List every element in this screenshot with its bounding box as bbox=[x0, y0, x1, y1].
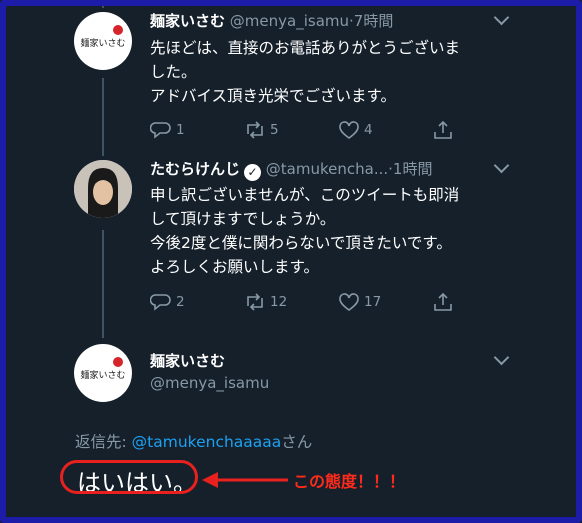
retweet-count: 12 bbox=[270, 294, 288, 310]
reply-button[interactable]: 1 bbox=[150, 120, 185, 140]
author-handle[interactable]: @menya_isamu bbox=[150, 374, 269, 392]
like-button[interactable]: 4 bbox=[338, 120, 373, 140]
logo-text: 麺家いさむ bbox=[80, 369, 125, 381]
chevron-down-icon[interactable] bbox=[493, 9, 510, 26]
logo-text: 麺家いさむ bbox=[80, 37, 125, 49]
like-count: 17 bbox=[364, 294, 382, 310]
reply-icon bbox=[150, 122, 171, 139]
thread-line bbox=[102, 0, 104, 8]
tweet-header: たむらけんじ ✓ @tamukencha...·1時間 bbox=[150, 158, 432, 181]
retweet-button[interactable]: 12 bbox=[244, 292, 287, 312]
like-icon bbox=[339, 121, 359, 139]
like-icon bbox=[339, 293, 359, 311]
reply-button[interactable]: 2 bbox=[150, 292, 185, 312]
reply-count: 1 bbox=[176, 122, 185, 138]
retweet-icon bbox=[247, 121, 263, 139]
avatar[interactable] bbox=[74, 160, 132, 218]
tweet-text: 先ほどは、直接のお電話ありがとうございま した。 アドバイス頂き光栄でございます… bbox=[150, 39, 461, 105]
tweet-header: 麺家いさむ @menya_isamu·7時間 bbox=[150, 10, 393, 31]
reply-count: 2 bbox=[176, 294, 185, 310]
shop-logo-icon: 麺家いさむ bbox=[80, 25, 126, 49]
chevron-down-icon[interactable] bbox=[493, 157, 510, 174]
avatar[interactable]: 麺家いさむ bbox=[74, 344, 132, 402]
author-name[interactable]: たむらけんじ bbox=[150, 160, 240, 178]
like-count: 4 bbox=[364, 122, 373, 138]
tweet-time[interactable]: ·7時間 bbox=[349, 12, 393, 30]
annotation-text: この態度！！！ bbox=[293, 472, 406, 491]
thread-line bbox=[102, 230, 104, 338]
share-icon bbox=[434, 292, 452, 311]
reply-to-suffix: さん bbox=[281, 433, 313, 451]
avatar[interactable]: 麺家いさむ bbox=[74, 12, 132, 70]
author-name[interactable]: 麺家いさむ bbox=[150, 12, 225, 30]
share-icon bbox=[434, 120, 452, 139]
highlight-circle bbox=[60, 460, 198, 494]
verified-badge-icon: ✓ bbox=[244, 164, 262, 181]
reply-to-prefix: 返信先: bbox=[75, 433, 132, 451]
thread-line bbox=[102, 78, 104, 156]
chevron-down-icon[interactable] bbox=[493, 349, 510, 366]
author-handle[interactable]: @menya_isamu bbox=[230, 12, 349, 30]
profile-photo-icon bbox=[74, 160, 132, 218]
retweet-icon bbox=[247, 293, 263, 311]
tweet-time[interactable]: ·1時間 bbox=[388, 160, 432, 178]
reply-icon bbox=[150, 294, 171, 311]
retweet-button[interactable]: 5 bbox=[244, 120, 279, 140]
author-name[interactable]: 麺家いさむ bbox=[150, 350, 225, 371]
reply-to-handle-link[interactable]: @tamukenchaaaaa bbox=[132, 433, 282, 451]
share-button[interactable] bbox=[432, 120, 454, 140]
reply-to-line: 返信先: @tamukenchaaaaaさん bbox=[75, 430, 312, 452]
like-button[interactable]: 17 bbox=[338, 292, 381, 312]
arrow-left-icon bbox=[202, 472, 288, 488]
shop-logo-icon: 麺家いさむ bbox=[80, 357, 126, 381]
retweet-count: 5 bbox=[270, 122, 279, 138]
share-button[interactable] bbox=[432, 292, 454, 312]
author-handle[interactable]: @tamukencha... bbox=[266, 160, 388, 178]
tweet-text: 申し訳ございませんが、このツイートも即消 して頂けますでしょうか。 今後2度と僕… bbox=[150, 186, 460, 276]
